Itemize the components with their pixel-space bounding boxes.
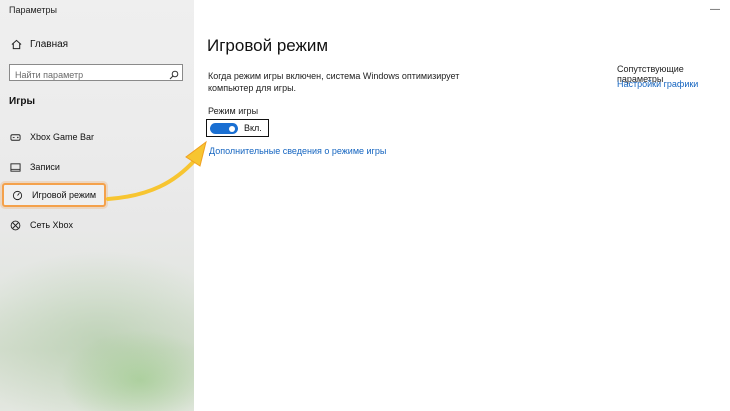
sidebar-item-xbox-game-bar[interactable]: Xbox Game Bar (9, 131, 94, 143)
sidebar: Параметры Главная Игры Xbox Game Bar Зап… (0, 0, 194, 411)
toggle-state-label: Вкл. (244, 123, 262, 133)
page-title: Игровой режим (207, 36, 329, 55)
sidebar-item-label: Записи (30, 162, 60, 172)
sidebar-item-captures[interactable]: Записи (9, 161, 60, 173)
game-mode-toggle[interactable]: Вкл. (206, 119, 269, 137)
captures-icon (9, 161, 21, 173)
page-description: Когда режим игры включен, система Window… (208, 71, 460, 93)
sidebar-item-label: Игровой режим (32, 190, 97, 200)
sidebar-item-label: Xbox Game Bar (30, 132, 95, 142)
sidebar-item-game-mode[interactable]: Игровой режим (2, 183, 107, 207)
xbox-icon (9, 219, 21, 231)
sidebar-section-title: Игры (9, 96, 36, 107)
xbox-game-bar-icon (9, 131, 21, 143)
more-info-link[interactable]: Дополнительные сведения о режиме игры (209, 146, 386, 156)
sidebar-item-home[interactable]: Главная (10, 38, 68, 50)
main-content: — Игровой режим Когда режим игры включен… (194, 0, 730, 411)
search-box[interactable] (9, 64, 183, 83)
search-input[interactable] (10, 67, 165, 83)
sidebar-item-home-label: Главная (30, 38, 69, 50)
toggle-switch[interactable] (210, 123, 238, 134)
toggle-label: Режим игры (208, 106, 259, 116)
sidebar-item-xbox-network[interactable]: Сеть Xbox (9, 219, 73, 231)
game-mode-icon (11, 189, 23, 201)
graphics-settings-link[interactable]: Настройки графики (617, 79, 698, 89)
sidebar-item-label: Сеть Xbox (30, 220, 74, 230)
home-icon (10, 38, 22, 50)
search-icon[interactable] (169, 67, 179, 85)
toggle-knob (229, 125, 235, 132)
window-title: Параметры (9, 5, 57, 15)
minimize-button[interactable]: — (710, 4, 720, 15)
